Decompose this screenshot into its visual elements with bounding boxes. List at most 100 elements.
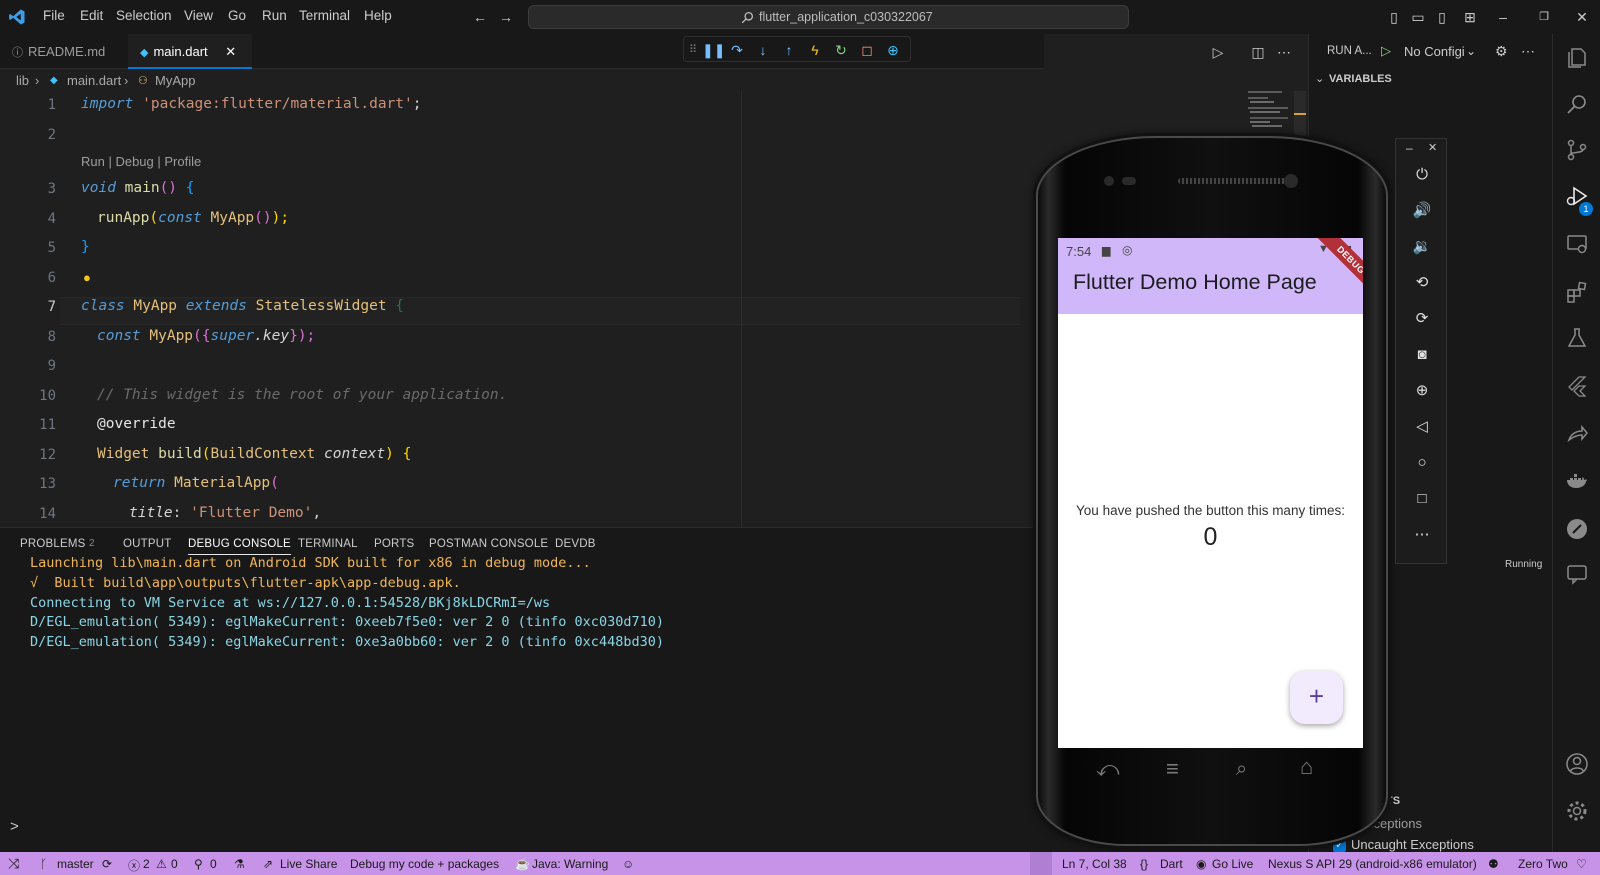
go-live-button[interactable]: Go Live: [1212, 857, 1253, 871]
menu-view[interactable]: View: [184, 8, 213, 23]
tab-postman-console[interactable]: POSTMAN CONSOLE: [429, 538, 548, 550]
menu-run[interactable]: Run: [262, 8, 287, 23]
devtools-search-icon[interactable]: ⊕: [884, 41, 902, 59]
search-icon[interactable]: [1565, 92, 1589, 116]
docker-icon[interactable]: [1565, 470, 1589, 494]
device-selector[interactable]: Nexus S API 29 (android-x86 emulator): [1268, 857, 1477, 871]
flutter-icon[interactable]: [1565, 374, 1589, 398]
toggle-secondary-sidebar-icon[interactable]: ▯: [1434, 9, 1450, 25]
code-lens[interactable]: Run | Debug | Profile: [81, 154, 201, 169]
account-icon[interactable]: [1565, 752, 1589, 776]
console-prompt[interactable]: >: [10, 818, 19, 835]
increment-fab[interactable]: +: [1290, 671, 1343, 724]
cursor-position[interactable]: Ln 7, Col 38: [1062, 857, 1127, 871]
testing-icon[interactable]: [1565, 326, 1589, 350]
step-out-icon[interactable]: ↑: [780, 41, 798, 59]
source-control-icon[interactable]: [1565, 138, 1589, 162]
phone-search-icon[interactable]: ⌕: [1236, 758, 1247, 781]
menu-terminal[interactable]: Terminal: [299, 8, 350, 23]
phone-back-icon[interactable]: ⤺: [1096, 756, 1120, 782]
stop-icon[interactable]: ◻: [858, 41, 876, 59]
extensions-icon[interactable]: [1565, 280, 1589, 304]
emulator-minimize-icon[interactable]: –: [1406, 141, 1413, 155]
volume-up-icon[interactable]: 🔊: [1412, 201, 1432, 221]
menu-edit[interactable]: Edit: [80, 8, 103, 23]
command-center-search[interactable]: flutter_application_c030322067: [528, 5, 1129, 29]
tab-ports[interactable]: PORTS: [374, 538, 414, 550]
error-count[interactable]: 2: [143, 857, 150, 871]
lightbulb-icon[interactable]: ●: [83, 270, 91, 285]
step-over-icon[interactable]: ↷: [728, 41, 746, 59]
chat-icon[interactable]: [1565, 562, 1589, 586]
launch-config-select[interactable]: No Configi: [1404, 44, 1465, 59]
more-icon[interactable]: ⋯: [1521, 43, 1535, 60]
more-icon[interactable]: ⋯: [1412, 525, 1432, 545]
copilot-icon[interactable]: ⚉: [1488, 857, 1499, 871]
breadcrumb-file[interactable]: main.dart: [67, 73, 121, 88]
breadcrumb-class[interactable]: MyApp: [155, 73, 195, 88]
close-window-icon[interactable]: ✕: [1574, 9, 1590, 25]
tab-problems[interactable]: PROBLEMS: [20, 538, 86, 550]
camera-icon[interactable]: ◙: [1412, 345, 1432, 365]
volume-down-icon[interactable]: 🔉: [1412, 237, 1432, 257]
menu-go[interactable]: Go: [228, 8, 246, 23]
split-editor-icon[interactable]: ◫: [1250, 44, 1266, 60]
manage-gear-icon[interactable]: [1565, 799, 1589, 823]
menu-selection[interactable]: Selection: [116, 8, 172, 23]
menu-help[interactable]: Help: [364, 8, 392, 23]
sync-icon[interactable]: ⟳: [102, 857, 112, 871]
warning-count[interactable]: 0: [171, 857, 178, 871]
zoom-icon[interactable]: ⊕: [1412, 381, 1432, 401]
gear-icon[interactable]: ⚙: [1495, 43, 1508, 60]
zero-two-status[interactable]: Zero Two: [1518, 857, 1568, 871]
branch-name[interactable]: master: [57, 857, 94, 871]
rotate-left-icon[interactable]: ⟲: [1412, 273, 1432, 293]
java-status[interactable]: Java: Warning: [532, 857, 608, 871]
live-share-button[interactable]: Live Share: [280, 857, 337, 871]
tab-output[interactable]: OUTPUT: [123, 538, 171, 550]
phone-menu-icon[interactable]: ≡: [1166, 756, 1179, 782]
heart-icon[interactable]: ♡: [1576, 857, 1587, 871]
restart-icon[interactable]: ↻: [832, 41, 850, 59]
forward-arrow-icon[interactable]: →: [498, 9, 514, 25]
tab-debug-console[interactable]: DEBUG CONSOLE: [188, 538, 291, 555]
drag-handle-icon[interactable]: ⠿: [684, 41, 702, 59]
step-into-icon[interactable]: ↓: [754, 41, 772, 59]
explorer-icon[interactable]: [1565, 46, 1589, 70]
overview-icon[interactable]: □: [1412, 489, 1432, 509]
tab-main-dart[interactable]: ◆ main.dart ✕: [128, 34, 252, 69]
close-tab-icon[interactable]: ✕: [225, 44, 236, 59]
run-file-icon[interactable]: ▷: [1210, 44, 1226, 60]
rotate-right-icon[interactable]: ⟳: [1412, 309, 1432, 329]
postman-icon[interactable]: [1565, 517, 1589, 541]
toggle-panel-icon[interactable]: ▭: [1410, 9, 1426, 25]
tab-devdb[interactable]: DEVDB: [555, 538, 596, 550]
customize-layout-icon[interactable]: ⊞: [1462, 9, 1478, 25]
toggle-primary-sidebar-icon[interactable]: ▯: [1386, 9, 1402, 25]
ports-count[interactable]: 0: [210, 857, 217, 871]
home-icon[interactable]: ○: [1412, 453, 1432, 473]
pause-icon[interactable]: ❚❚: [702, 41, 725, 59]
variables-header[interactable]: VARIABLES: [1329, 73, 1392, 85]
power-icon[interactable]: ⏻: [1412, 165, 1432, 185]
menu-file[interactable]: File: [43, 8, 65, 23]
language-mode[interactable]: Dart: [1160, 857, 1183, 871]
phone-screen[interactable]: 7:54 ▆ ◎ ▼ ▮ DEBUG Flutter Demo Home Pag…: [1058, 238, 1363, 748]
breadcrumb-lib[interactable]: lib: [16, 73, 29, 88]
back-arrow-icon[interactable]: ←: [472, 9, 488, 25]
hot-reload-icon[interactable]: ϟ: [806, 41, 824, 59]
back-icon[interactable]: ◁: [1412, 417, 1432, 437]
tab-terminal[interactable]: TERMINAL: [298, 538, 358, 550]
debug-mode-button[interactable]: Debug my code + packages: [350, 857, 499, 871]
minimize-icon[interactable]: –: [1495, 9, 1511, 25]
phone-home-icon[interactable]: ⌂: [1300, 754, 1313, 780]
feedback-icon[interactable]: ☺: [622, 857, 634, 871]
remote-explorer-icon[interactable]: [1565, 232, 1589, 256]
restore-icon[interactable]: ❐: [1536, 9, 1552, 25]
bp-uncaught-exceptions[interactable]: Uncaught Exceptions: [1351, 837, 1474, 852]
remote-icon[interactable]: ⤨: [8, 855, 19, 872]
debug-status-icon[interactable]: ⚗: [234, 857, 245, 871]
live-share-icon[interactable]: [1565, 422, 1589, 446]
more-actions-icon[interactable]: ⋯: [1276, 44, 1292, 60]
tab-readme[interactable]: ⓘ README.md: [0, 34, 128, 69]
